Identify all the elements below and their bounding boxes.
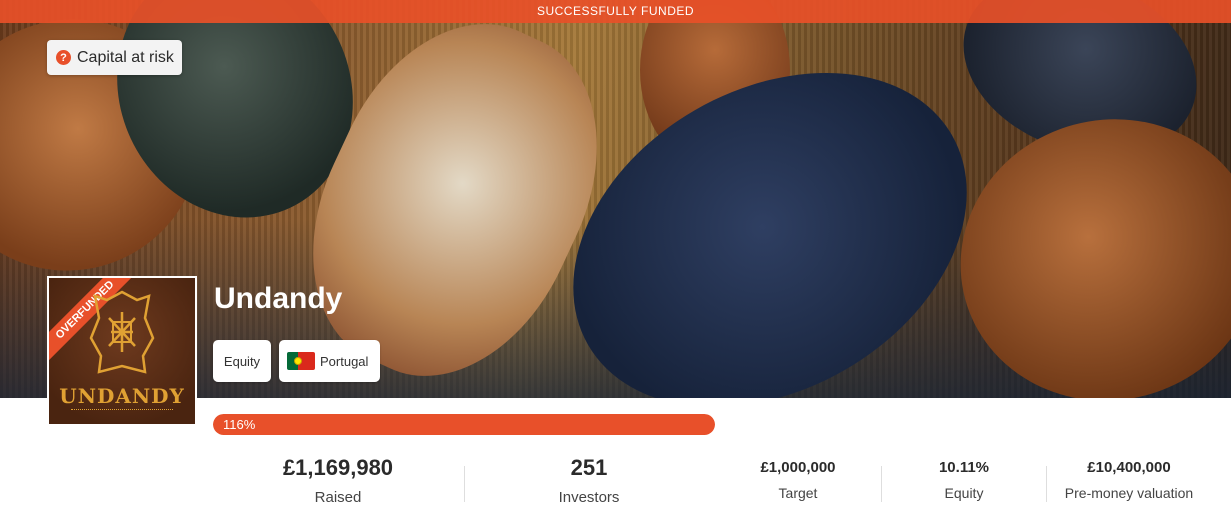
funding-progress-fill (213, 414, 715, 435)
stat-raised-value: £1,169,980 (282, 455, 394, 480)
company-logo: OVERFUNDED UNDANDY (47, 276, 197, 426)
stat-equity-label: Equity (944, 485, 984, 501)
portugal-flag-icon (287, 352, 315, 370)
stat-investors-label: Investors (558, 489, 620, 506)
funded-status-banner: SUCCESSFULLY FUNDED (0, 0, 1231, 23)
stat-pre-money-valuation: £10,400,000 Pre-money valuation (1054, 459, 1204, 501)
stat-investors-value: 251 (570, 455, 608, 480)
tag-equity-label: Equity (223, 353, 261, 369)
stat-target-label: Target (778, 485, 818, 501)
tag-equity[interactable]: Equity (213, 340, 271, 382)
stat-equity: 10.11% Equity (914, 459, 1014, 501)
funding-progress-label: 116% (223, 417, 256, 432)
stat-pre-money-label: Pre-money valuation (1064, 485, 1194, 501)
tag-country-label: Portugal (320, 353, 369, 369)
capital-at-risk-label: Capital at risk (77, 48, 174, 66)
shoe-image-tassel-loafer (928, 85, 1231, 398)
logo-wordmark: UNDANDY (59, 384, 185, 408)
logo-tagline (49, 409, 195, 411)
stat-raised-label: Raised (314, 489, 362, 506)
stat-equity-value: 10.11% (938, 459, 990, 476)
funding-progress-bar (213, 414, 715, 435)
company-name: Undandy (214, 282, 343, 315)
stat-divider (881, 466, 882, 502)
stat-divider (464, 466, 465, 502)
stat-divider (1046, 466, 1047, 502)
stat-target-value: £1,000,000 (760, 459, 836, 476)
stat-raised: £1,169,980 Raised (268, 455, 408, 506)
leather-hide-logo-icon (89, 290, 155, 374)
tag-country[interactable]: Portugal (279, 340, 380, 382)
stat-pre-money-value: £10,400,000 (1087, 459, 1171, 476)
stat-target: £1,000,000 Target (738, 459, 858, 501)
question-circle-icon: ? (56, 50, 71, 65)
stat-investors: 251 Investors (539, 455, 639, 506)
capital-at-risk-badge[interactable]: ? Capital at risk (47, 40, 182, 75)
